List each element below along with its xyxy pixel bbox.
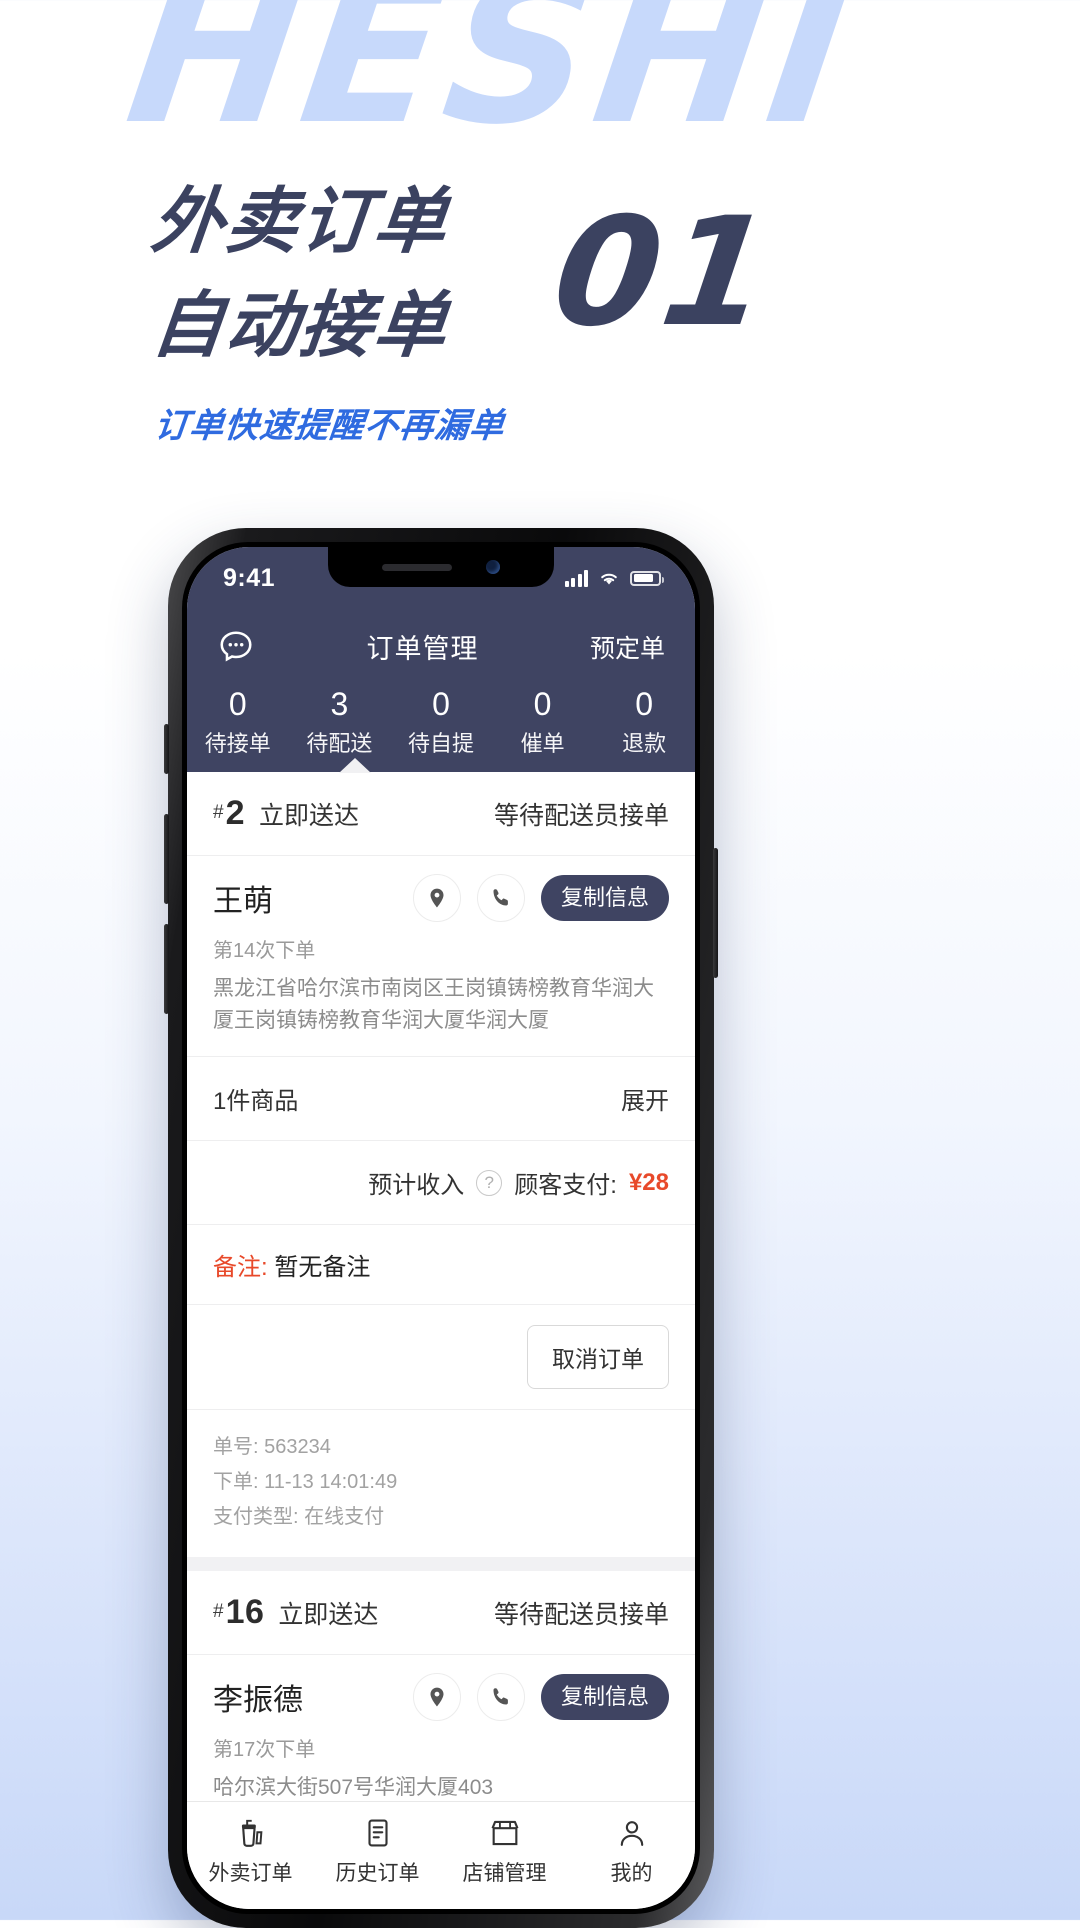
nav-item-store-management[interactable]: 店铺管理 bbox=[441, 1816, 568, 1887]
status-bar-time: 9:41 bbox=[223, 563, 276, 592]
app-header: 订单管理 预定单 0 待接单 3 待配送 0 待自提 0 催单 0 退款 bbox=[187, 609, 695, 773]
location-pin-icon[interactable] bbox=[412, 874, 461, 922]
tab-label: 退款 bbox=[622, 731, 667, 756]
customer-address: 哈尔滨大街507号华润大厦403 bbox=[187, 1762, 695, 1801]
customer-order-count: 第14次下单 bbox=[213, 940, 316, 962]
delivery-type-label: 立即送达 bbox=[278, 1601, 379, 1629]
order-sequence-number: 16 bbox=[225, 1593, 265, 1631]
tab-pending-delivery[interactable]: 3 待配送 bbox=[289, 684, 391, 758]
order-status-tabs: 0 待接单 3 待配送 0 待自提 0 催单 0 退款 bbox=[187, 684, 695, 773]
payment-type: 支付类型: 在线支付 bbox=[213, 1506, 385, 1528]
step-number: 01 bbox=[543, 186, 785, 360]
chat-bubble-icon[interactable] bbox=[217, 628, 255, 666]
tab-count: 0 bbox=[228, 686, 247, 722]
page-title: 订单管理 bbox=[366, 634, 479, 664]
order-hash-symbol: # bbox=[213, 1601, 224, 1622]
customer-row: 李振德 复制信息 bbox=[187, 1655, 695, 1727]
expand-goods-button[interactable]: 展开 bbox=[621, 1081, 669, 1116]
takeaway-cup-icon bbox=[241, 1819, 262, 1847]
headline-line-1: 外卖订单 bbox=[147, 182, 453, 262]
tab-pending-pickup[interactable]: 0 待自提 bbox=[390, 684, 492, 758]
nav-item-profile[interactable]: 我的 bbox=[568, 1816, 695, 1887]
status-bar: 9:41 bbox=[187, 547, 695, 609]
order-sequence-number: 2 bbox=[225, 794, 245, 832]
headline-line-2: 自动接单 bbox=[147, 286, 453, 367]
nav-label: 我的 bbox=[610, 1862, 653, 1885]
customer-paid-label: 顾客支付: bbox=[514, 1172, 617, 1199]
order-status-label: 等待配送员接单 bbox=[493, 802, 669, 830]
phone-icon[interactable] bbox=[476, 874, 525, 922]
nav-label: 外卖订单 bbox=[208, 1862, 293, 1885]
phone-volume-down-button bbox=[164, 924, 169, 1014]
phone-power-button bbox=[713, 848, 718, 978]
customer-row: 王萌 复制信息 bbox=[187, 856, 695, 928]
poster-subtitle: 订单快速提醒不再漏单 bbox=[152, 407, 507, 445]
front-camera bbox=[486, 560, 500, 574]
customer-address: 黑龙江省哈尔滨市南岗区王岗镇铸榜教育华润大厦王岗镇铸榜教育华润大厦华润大厦 bbox=[187, 963, 695, 1057]
order-header: # 16 立即送达 等待配送员接单 bbox=[187, 1571, 695, 1655]
phone-screen: 9:41 订单管理 预定单 0 待接单 3 待配送 0 待自提 0 催单 0 退… bbox=[187, 547, 695, 1909]
tab-count: 0 bbox=[533, 686, 552, 722]
phone-mute-switch bbox=[164, 724, 169, 774]
nav-item-history-orders[interactable]: 历史订单 bbox=[314, 1816, 441, 1887]
copy-info-button[interactable]: 复制信息 bbox=[540, 1674, 669, 1720]
phone-volume-up-button bbox=[164, 814, 169, 904]
order-status-label: 等待配送员接单 bbox=[493, 1601, 669, 1629]
order-note-row: 备注: 暂无备注 bbox=[187, 1225, 695, 1305]
user-icon bbox=[620, 1821, 643, 1846]
reservation-orders-button[interactable]: 预定单 bbox=[590, 629, 665, 665]
customer-order-count: 第17次下单 bbox=[213, 1739, 316, 1761]
headline-block: 外卖订单 自动接单 bbox=[148, 170, 452, 379]
phone-icon[interactable] bbox=[476, 1673, 525, 1721]
goods-summary-row[interactable]: 1件商品 展开 bbox=[187, 1057, 695, 1141]
estimated-income-label: 预计收入 bbox=[368, 1172, 465, 1199]
tab-count: 0 bbox=[635, 686, 654, 722]
tab-urge[interactable]: 0 催单 bbox=[492, 684, 594, 758]
order-card[interactable]: # 16 立即送达 等待配送员接单 李振德 复制信息 第17次下单 哈尔滨大街5… bbox=[187, 1571, 695, 1801]
signal-bars-icon bbox=[564, 569, 588, 587]
customer-name: 李振德 bbox=[213, 1684, 303, 1717]
wifi-icon bbox=[601, 573, 617, 585]
tab-label: 催单 bbox=[520, 731, 565, 756]
history-list-icon bbox=[367, 1819, 388, 1847]
order-list[interactable]: # 2 立即送达 等待配送员接单 王萌 复制信息 第14次下单 黑龙江省哈尔滨市… bbox=[187, 772, 695, 1801]
order-card[interactable]: # 2 立即送达 等待配送员接单 王萌 复制信息 第14次下单 黑龙江省哈尔滨市… bbox=[187, 772, 695, 1557]
phone-notch bbox=[328, 547, 554, 587]
background-watermark: HESHI bbox=[115, 0, 869, 169]
location-pin-icon[interactable] bbox=[412, 1673, 461, 1721]
order-actions-row: 取消订单 bbox=[187, 1305, 695, 1410]
store-icon bbox=[491, 1820, 518, 1846]
active-tab-indicator bbox=[339, 758, 372, 773]
tab-count: 3 bbox=[330, 686, 349, 722]
customer-paid-amount: ¥28 bbox=[628, 1168, 669, 1196]
bottom-navigation: 外卖订单 历史订单 店铺管理 我的 bbox=[187, 1801, 695, 1909]
order-time: 下单: 11-13 14:01:49 bbox=[213, 1471, 398, 1493]
note-key: 备注: bbox=[213, 1254, 268, 1281]
tab-count: 0 bbox=[432, 686, 450, 722]
question-mark-icon[interactable]: ? bbox=[476, 1169, 503, 1196]
goods-count-label: 1件商品 bbox=[213, 1088, 299, 1115]
order-number: 单号: 563234 bbox=[213, 1436, 331, 1458]
phone-mockup: 9:41 订单管理 预定单 0 待接单 3 待配送 0 待自提 0 催单 0 退… bbox=[164, 528, 718, 1928]
copy-info-button[interactable]: 复制信息 bbox=[540, 875, 669, 921]
tab-label: 待配送 bbox=[306, 731, 373, 756]
battery-icon bbox=[630, 570, 664, 586]
income-row: 预计收入 ? 顾客支付: ¥28 bbox=[187, 1141, 695, 1225]
tab-pending-accept[interactable]: 0 待接单 bbox=[187, 684, 289, 758]
order-detail-block: 单号: 563234 下单: 11-13 14:01:49 支付类型: 在线支付 bbox=[187, 1410, 695, 1557]
earpiece-speaker bbox=[382, 563, 452, 571]
order-header: # 2 立即送达 等待配送员接单 bbox=[187, 772, 695, 856]
cancel-order-button[interactable]: 取消订单 bbox=[527, 1325, 669, 1389]
tab-refund[interactable]: 0 退款 bbox=[593, 684, 695, 758]
note-value: 暂无备注 bbox=[274, 1254, 371, 1281]
customer-name: 王萌 bbox=[213, 885, 273, 918]
nav-label: 店铺管理 bbox=[462, 1862, 547, 1885]
order-hash-symbol: # bbox=[213, 802, 224, 823]
delivery-type-label: 立即送达 bbox=[259, 802, 360, 830]
nav-item-takeaway-orders[interactable]: 外卖订单 bbox=[187, 1816, 314, 1887]
nav-label: 历史订单 bbox=[335, 1862, 420, 1885]
tab-label: 待自提 bbox=[407, 731, 474, 756]
tab-label: 待接单 bbox=[204, 731, 271, 756]
